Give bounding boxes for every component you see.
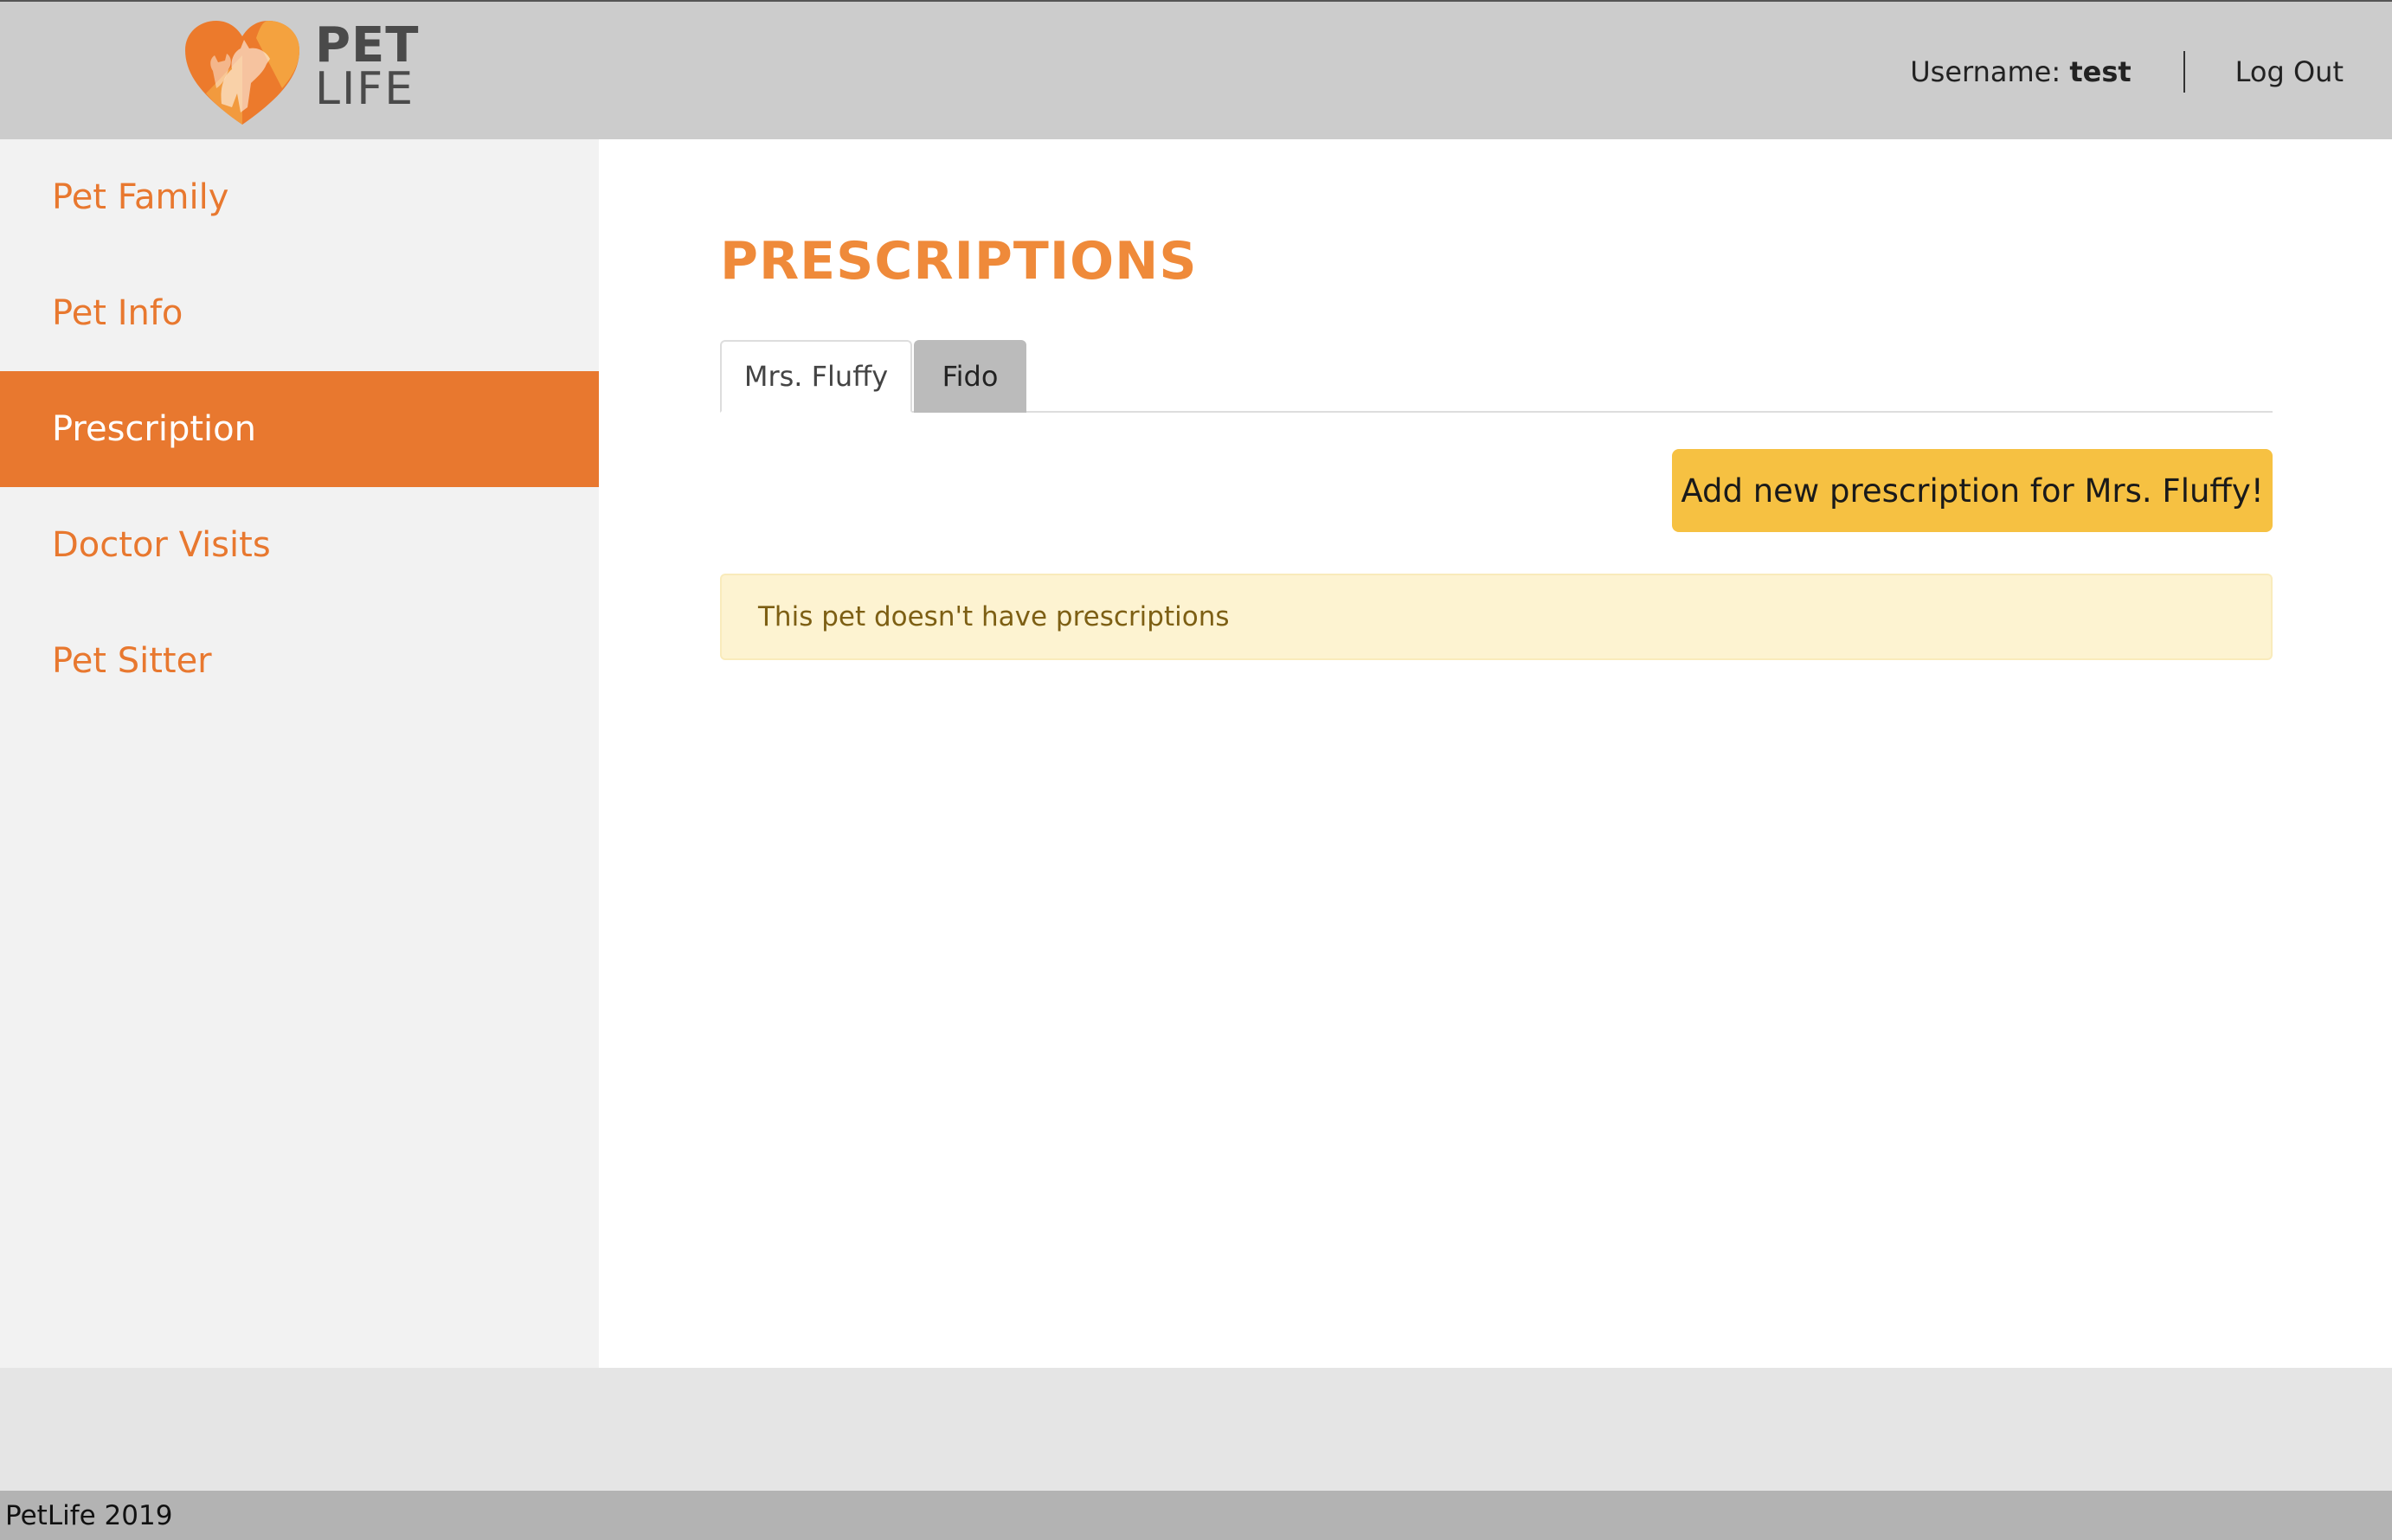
tab-mrs-fluffy[interactable]: Mrs. Fluffy: [720, 340, 912, 413]
top-header: PET LIFE Username: test Log Out: [0, 0, 2392, 139]
logout-link[interactable]: Log Out: [2235, 55, 2344, 88]
sidebar-item-pet-info[interactable]: Pet Info: [0, 255, 599, 371]
footer-text: PetLife 2019: [5, 1499, 173, 1531]
sidebar-item-prescription[interactable]: Prescription: [0, 371, 599, 487]
header-divider: [2183, 50, 2185, 93]
sidebar-item-doctor-visits[interactable]: Doctor Visits: [0, 487, 599, 603]
add-prescription-button[interactable]: Add new prescription for Mrs. Fluffy!: [1672, 449, 2273, 532]
no-prescriptions-alert: This pet doesn't have prescriptions: [720, 574, 2273, 660]
sidebar-item-pet-sitter[interactable]: Pet Sitter: [0, 603, 599, 719]
footer-spacer: [0, 1368, 2392, 1491]
brand-name-line2: LIFE: [315, 63, 415, 115]
petlife-logo[interactable]: PET LIFE: [183, 17, 420, 127]
sidebar-item-pet-family[interactable]: Pet Family: [0, 139, 599, 255]
heart-pets-icon: [185, 21, 299, 125]
brand-name-line1: PET: [315, 17, 420, 74]
username-label: Username:: [1910, 55, 2061, 88]
footer: PetLife 2019: [0, 1491, 2392, 1540]
username-display: Username: test: [1910, 55, 2131, 88]
page-title: PRESCRIPTIONS: [720, 231, 1198, 292]
sidebar-nav: Pet Family Pet Info Prescription Doctor …: [0, 139, 599, 1368]
username-value: test: [2069, 55, 2132, 88]
tab-fido[interactable]: Fido: [914, 340, 1026, 413]
user-area: Username: test Log Out: [1910, 2, 2392, 141]
brand-wordmark: PET LIFE: [315, 17, 420, 115]
pet-tabs: Mrs. Fluffy Fido: [720, 340, 2273, 413]
main-content: PRESCRIPTIONS Mrs. Fluffy Fido Add new p…: [599, 139, 2392, 1368]
